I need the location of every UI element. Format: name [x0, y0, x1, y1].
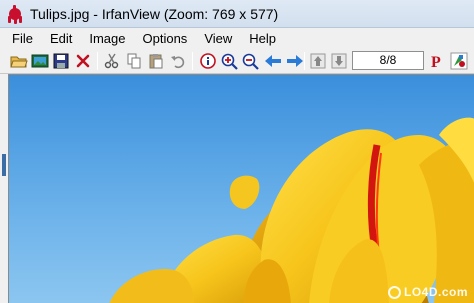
cut-icon[interactable]	[102, 51, 122, 71]
last-page-icon[interactable]	[329, 51, 349, 71]
tulips-image	[9, 75, 474, 303]
toolbar: 8/8 P	[0, 48, 474, 74]
menu-file[interactable]: File	[4, 31, 42, 46]
open-folder-icon[interactable]	[9, 51, 29, 71]
menu-bar: File Edit Image Options View Help	[0, 28, 474, 48]
image-viewport[interactable]: LO4D.com	[8, 74, 474, 303]
info-icon[interactable]	[198, 51, 218, 71]
menu-view[interactable]: View	[196, 31, 241, 46]
menu-options[interactable]: Options	[135, 31, 197, 46]
first-page-icon[interactable]	[308, 51, 328, 71]
next-arrow-icon[interactable]	[285, 51, 305, 71]
menu-edit[interactable]: Edit	[42, 31, 81, 46]
paint-icon[interactable]	[449, 51, 469, 71]
zoom-in-icon[interactable]	[219, 51, 239, 71]
print-icon[interactable]: P	[427, 51, 447, 71]
menu-image[interactable]: Image	[81, 31, 134, 46]
slideshow-icon[interactable]	[30, 51, 50, 71]
zoom-out-icon[interactable]	[240, 51, 260, 71]
lo4d-watermark: LO4D.com	[387, 285, 468, 299]
window-title: Tulips.jpg - IrfanView (Zoom: 769 x 577)	[30, 5, 279, 22]
copy-icon[interactable]	[124, 51, 144, 71]
menu-help[interactable]: Help	[241, 31, 285, 46]
undo-icon[interactable]	[168, 51, 188, 71]
save-icon[interactable]	[51, 51, 71, 71]
page-counter: 8/8	[352, 51, 424, 70]
previous-arrow-icon[interactable]	[263, 51, 283, 71]
irfanview-cat-icon	[6, 4, 24, 24]
delete-icon[interactable]	[73, 51, 93, 71]
window-left-edge	[0, 74, 8, 303]
svg-text:P: P	[431, 54, 441, 69]
paste-icon[interactable]	[146, 51, 166, 71]
title-bar: Tulips.jpg - IrfanView (Zoom: 769 x 577)	[0, 0, 474, 28]
